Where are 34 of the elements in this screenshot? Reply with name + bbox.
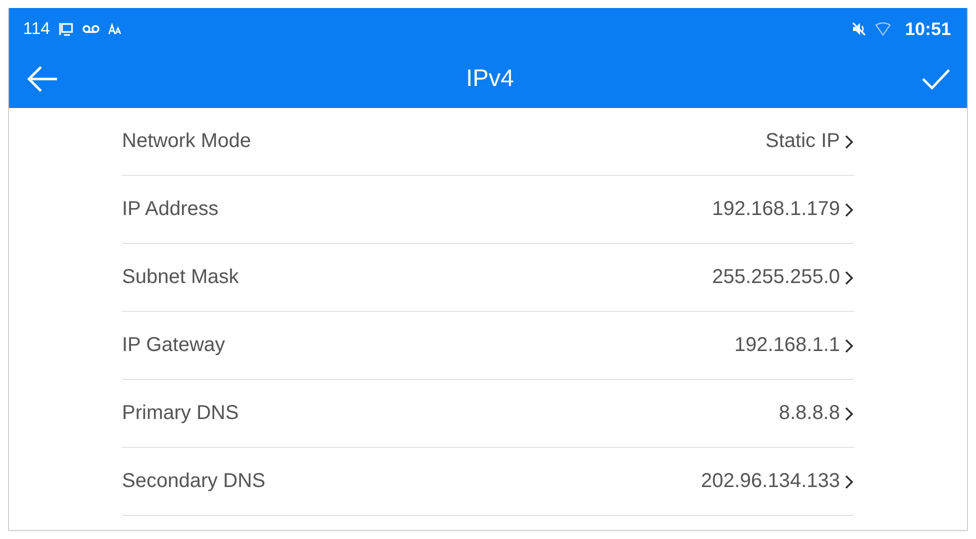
voicemail-icon — [82, 24, 100, 34]
setting-label: Primary DNS — [122, 402, 240, 425]
setting-value: 8.8.8.8 — [778, 402, 840, 425]
setting-value: 255.255.255.0 — [712, 266, 840, 289]
chevron-icon — [844, 134, 854, 150]
setting-value: 192.168.1.1 — [734, 334, 840, 357]
chevron-icon — [844, 338, 854, 354]
setting-label: Network Mode — [122, 130, 252, 153]
wifi-icon — [874, 22, 891, 36]
status-time: 10:51 — [904, 18, 951, 40]
chevron-icon — [844, 474, 854, 490]
font-icon — [108, 23, 122, 35]
settings-row[interactable]: IP Gateway 192.168.1.1 — [122, 312, 854, 380]
chevron-icon — [844, 270, 854, 286]
chevron-icon — [844, 202, 854, 218]
settings-row[interactable]: Primary DNS 8.8.8.8 — [122, 380, 854, 448]
page-title: IPv4 — [466, 65, 514, 93]
setting-label: Subnet Mask — [122, 266, 240, 289]
settings-row[interactable]: Subnet Mask 255.255.255.0 — [122, 244, 854, 312]
chevron-icon — [844, 406, 854, 422]
mute-icon — [850, 21, 867, 37]
status-number: 114 — [23, 19, 50, 39]
setting-label: IP Address — [122, 198, 220, 221]
settings-row[interactable]: Secondary DNS 202.96.134.133 — [122, 448, 854, 516]
back-icon[interactable] — [25, 64, 59, 94]
settings-row[interactable]: IP Address 192.168.1.179 — [122, 176, 854, 244]
setting-label: Secondary DNS — [122, 470, 266, 493]
confirm-icon[interactable] — [921, 67, 951, 91]
monitor-icon — [58, 21, 74, 37]
setting-label: IP Gateway — [122, 334, 226, 357]
setting-value: Static IP — [766, 130, 840, 153]
settings-row[interactable]: Network Mode Static IP — [122, 108, 854, 176]
setting-value: 202.96.134.133 — [700, 470, 840, 493]
setting-value: 192.168.1.179 — [712, 198, 840, 221]
